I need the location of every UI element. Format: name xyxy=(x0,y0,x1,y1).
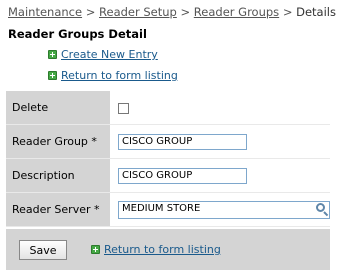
description-label: Description xyxy=(6,158,110,193)
return-to-listing-link[interactable]: Return to form listing xyxy=(48,69,178,82)
breadcrumb-separator: > xyxy=(180,5,191,19)
reader-group-label: Reader Group * xyxy=(6,124,110,159)
add-icon xyxy=(48,71,57,80)
footer-return-to-listing-label[interactable]: Return to form listing xyxy=(104,243,221,256)
reader-server-lookup[interactable]: MEDIUM STORE xyxy=(118,200,330,219)
add-icon xyxy=(48,50,57,59)
form-row-description: Description xyxy=(6,158,330,193)
page-title: Reader Groups Detail xyxy=(8,27,147,41)
footer-return-to-listing-link[interactable]: Return to form listing xyxy=(91,243,221,256)
reader-group-input[interactable] xyxy=(118,133,247,150)
breadcrumb-separator: > xyxy=(85,5,96,19)
save-button[interactable]: Save xyxy=(19,240,67,260)
form-row-delete: Delete xyxy=(6,91,330,125)
breadcrumb: Maintenance > Reader Setup > Reader Grou… xyxy=(8,5,336,19)
breadcrumb-separator: > xyxy=(282,5,293,19)
reader-server-value: MEDIUM STORE xyxy=(122,202,201,214)
breadcrumb-maintenance[interactable]: Maintenance xyxy=(8,5,82,19)
breadcrumb-reader-groups[interactable]: Reader Groups xyxy=(194,5,279,19)
description-input[interactable] xyxy=(118,167,247,184)
delete-checkbox[interactable] xyxy=(118,102,129,114)
delete-value-cell xyxy=(110,91,330,125)
description-value-cell xyxy=(110,158,330,193)
form-row-reader-server: Reader Server * MEDIUM STORE xyxy=(6,192,330,227)
form-row-reader-group: Reader Group * xyxy=(6,124,330,159)
breadcrumb-current: Details xyxy=(296,5,336,19)
detail-form: Delete Reader Group * Description Reader… xyxy=(6,91,330,227)
create-new-entry-link[interactable]: Create New Entry xyxy=(48,48,158,61)
reader-group-value-cell xyxy=(110,124,330,159)
reader-server-value-cell: MEDIUM STORE xyxy=(110,192,330,227)
reader-server-label: Reader Server * xyxy=(6,192,110,227)
magnifier-icon[interactable] xyxy=(316,202,325,212)
delete-label: Delete xyxy=(6,91,110,125)
return-to-listing-label[interactable]: Return to form listing xyxy=(61,69,178,82)
form-footer: Save Return to form listing xyxy=(6,229,330,270)
add-icon xyxy=(91,245,100,254)
create-new-entry-label[interactable]: Create New Entry xyxy=(61,48,158,61)
breadcrumb-reader-setup[interactable]: Reader Setup xyxy=(99,5,177,19)
